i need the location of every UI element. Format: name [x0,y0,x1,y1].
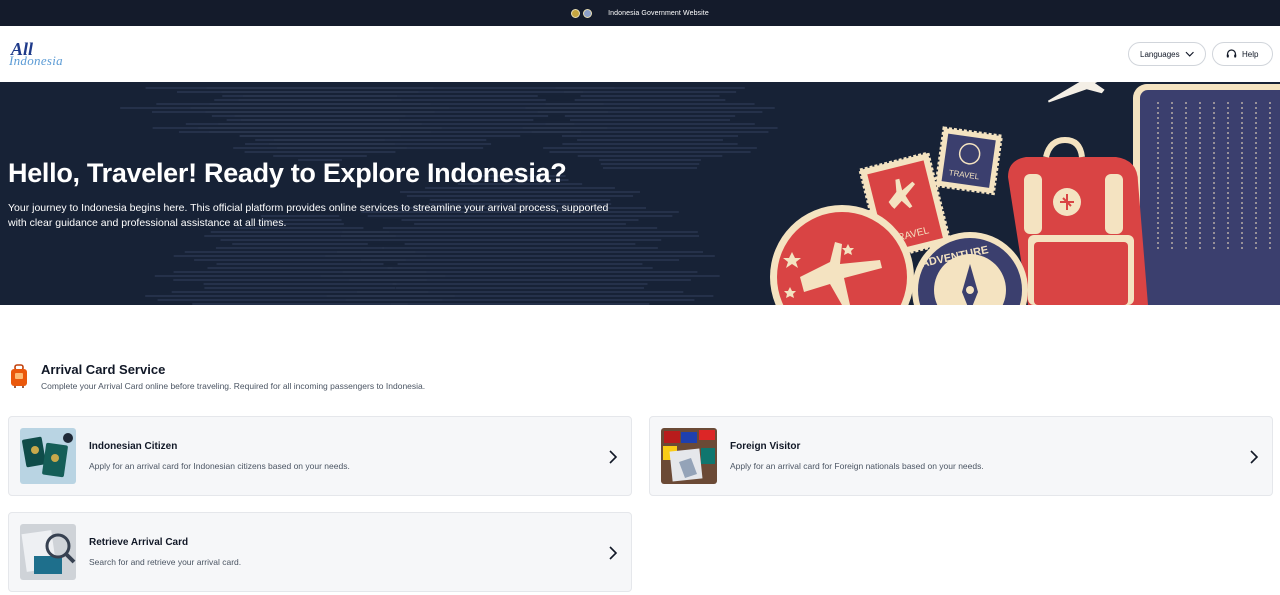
flying-plane-icon [1047,82,1119,103]
languages-button[interactable]: Languages [1128,42,1206,66]
headset-icon [1226,49,1237,58]
site-header: All Indonesia Languages Help [0,26,1280,82]
languages-label: Languages [1140,49,1180,59]
chevron-right-icon [609,450,618,464]
retrieve-arrival-card[interactable]: Retrieve Arrival Card Search for and ret… [8,512,632,592]
section-title: Arrival Card Service [41,362,166,377]
chevron-down-icon [1185,51,1194,57]
card-description: Apply for an arrival card for Indonesian… [89,461,350,471]
card-description: Apply for an arrival card for Foreign na… [730,461,984,471]
travel-stamp-navy: TRAVEL [934,126,1004,196]
ministry-emblem-icon [583,8,593,18]
hero-title: Hello, Traveler! Ready to Explore Indone… [8,158,567,188]
card-title: Retrieve Arrival Card [89,537,189,548]
help-label: Help [1242,49,1259,59]
section-subtitle: Complete your Arrival Card online before… [41,381,426,391]
garuda-emblem-icon [571,8,581,18]
luggage-icon [11,364,27,388]
card-title: Indonesian Citizen [89,441,178,452]
foreign-passports-image [661,428,717,484]
government-emblems [571,8,593,18]
foreign-visitor-card[interactable]: Foreign Visitor Apply for an arrival car… [649,416,1273,496]
indonesian-passport-image [20,428,76,484]
indonesian-citizen-card[interactable]: Indonesian Citizen Apply for an arrival … [8,416,632,496]
chevron-right-icon [1250,450,1259,464]
magnifier-documents-image [20,524,76,580]
hero-banner: Hello, Traveler! Ready to Explore Indone… [0,82,1280,305]
help-button[interactable]: Help [1212,42,1273,66]
card-description: Search for and retrieve your arrival car… [89,557,242,567]
all-indonesia-logo[interactable]: All Indonesia [9,39,69,69]
chevron-right-icon [609,546,618,560]
government-website-label: Indonesia Government Website [608,9,709,17]
world-map-pattern [120,87,778,305]
card-title: Foreign Visitor [730,441,801,452]
logo-indonesia-text: Indonesia [9,53,63,68]
hero-subtitle: Your journey to Indonesia begins here. T… [8,202,609,229]
government-bar: Indonesia Government Website [0,0,1280,26]
travel-illustration: TRAVEL TRAVEL ADVENTURE [770,82,1280,305]
